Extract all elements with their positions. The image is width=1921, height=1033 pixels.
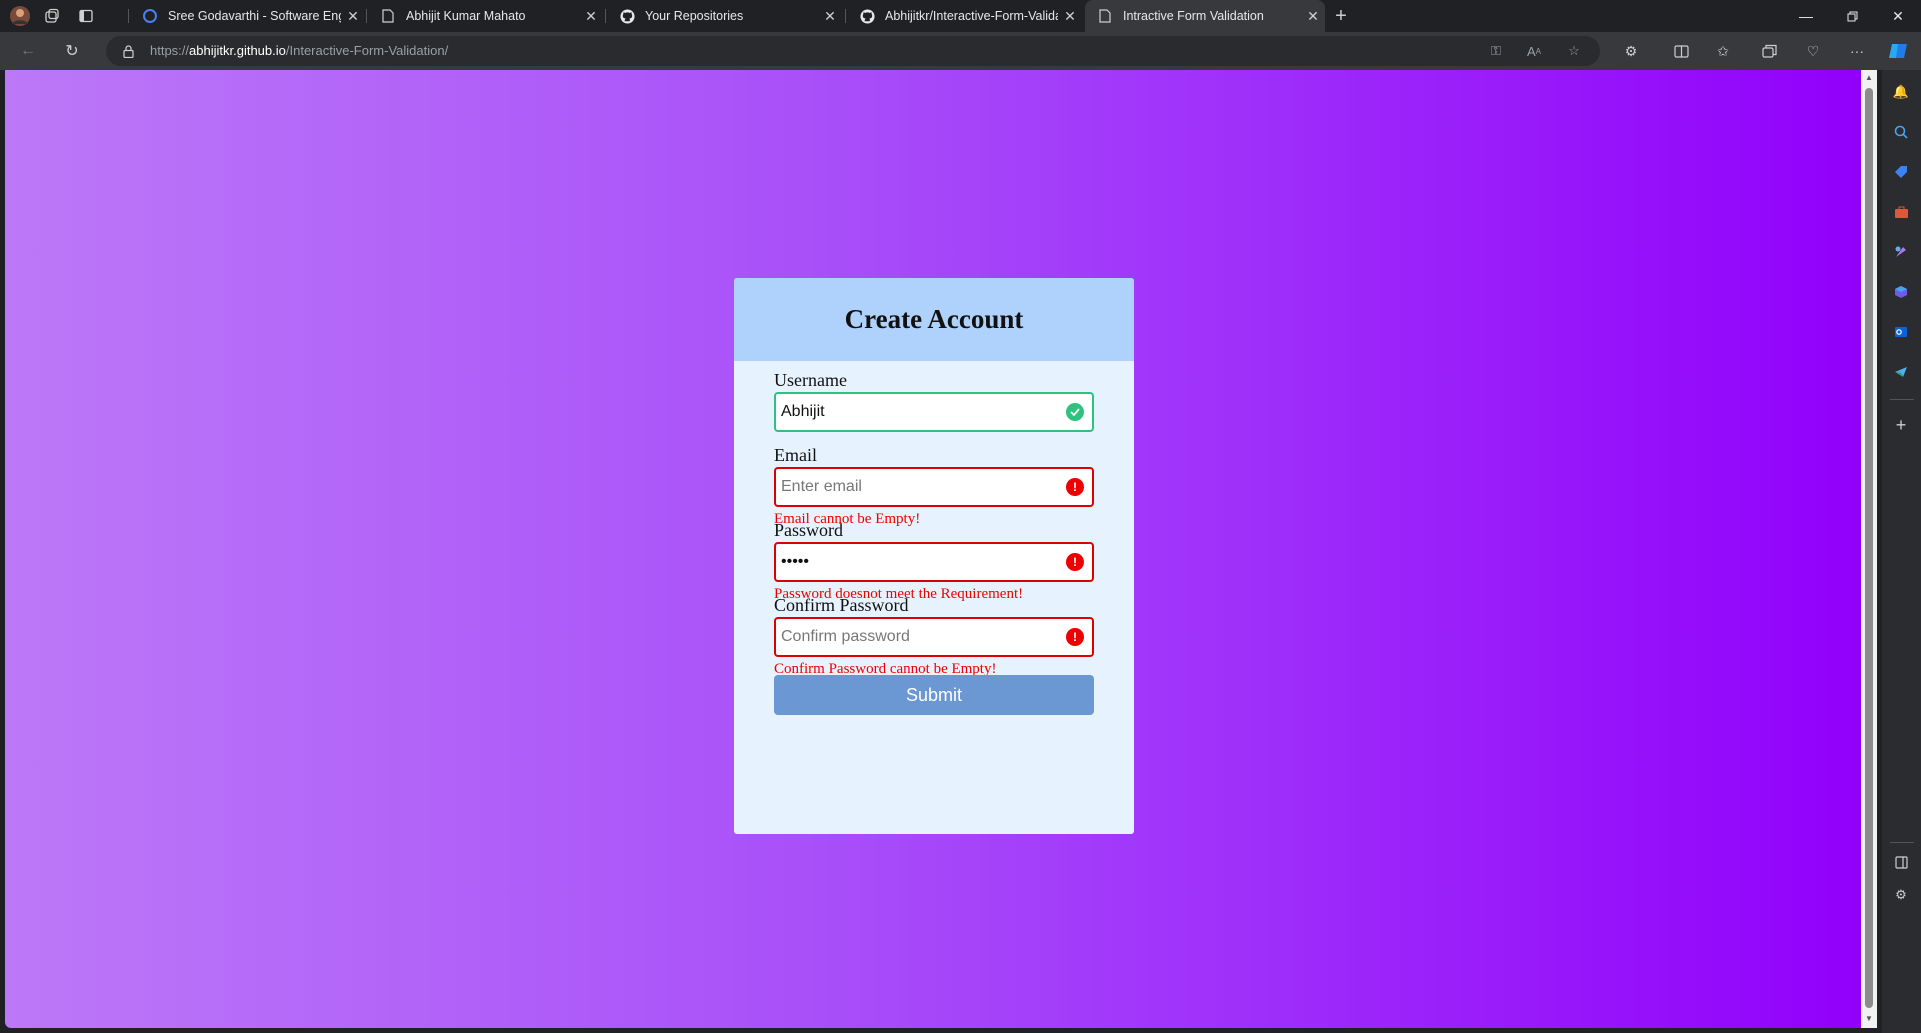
- url-text: https://abhijitkr.github.io/Interactive-…: [150, 43, 449, 58]
- page-icon: [1097, 8, 1113, 24]
- check-circle-icon: [1066, 403, 1084, 421]
- password-input[interactable]: [776, 544, 1092, 580]
- restore-button[interactable]: [1829, 0, 1875, 32]
- tab-actions-icon[interactable]: [74, 4, 98, 28]
- search-icon[interactable]: [1891, 122, 1911, 142]
- scroll-thumb[interactable]: [1865, 88, 1873, 1008]
- address-bar-row: ← ↻ https://abhijitkr.github.io/Interact…: [0, 32, 1921, 70]
- settings-gear-icon[interactable]: ⚙: [1891, 885, 1911, 905]
- close-icon[interactable]: ✕: [1058, 8, 1082, 25]
- email-input-wrap: !: [774, 467, 1094, 507]
- close-icon[interactable]: ✕: [579, 8, 603, 25]
- copilot-icon[interactable]: [1885, 39, 1911, 63]
- submit-button[interactable]: Submit: [774, 675, 1094, 715]
- browser-essentials-icon[interactable]: ♡: [1800, 39, 1826, 63]
- bell-icon[interactable]: 🔔: [1891, 82, 1911, 102]
- email-field: Email ! Email cannot be Empty!: [774, 445, 1094, 529]
- scroll-down-arrow-icon[interactable]: ▼: [1864, 1014, 1874, 1024]
- error-exclamation-icon: !: [1066, 628, 1084, 646]
- github-icon: [619, 8, 635, 24]
- collections-icon[interactable]: [1756, 39, 1782, 63]
- close-icon[interactable]: ✕: [1301, 8, 1325, 25]
- username-field: Username: [774, 370, 1094, 432]
- github-icon: [859, 8, 875, 24]
- page-viewport: Create Account Username Email ! Email ca…: [5, 70, 1861, 1028]
- workspaces-icon[interactable]: [40, 4, 64, 28]
- send-icon[interactable]: [1891, 362, 1911, 382]
- sidebar-toggle-icon[interactable]: [1891, 852, 1911, 872]
- confirm-password-input[interactable]: [776, 619, 1092, 655]
- split-screen-icon[interactable]: [1668, 39, 1694, 63]
- scroll-up-arrow-icon[interactable]: ▲: [1864, 73, 1874, 83]
- email-label: Email: [774, 445, 817, 465]
- key-icon[interactable]: ⚿: [1486, 43, 1506, 59]
- browser-tab-active[interactable]: Intractive Form Validation ✕: [1085, 0, 1325, 32]
- close-icon[interactable]: ✕: [818, 8, 842, 25]
- browser-tab[interactable]: Your Repositories ✕: [607, 0, 842, 32]
- new-tab-button[interactable]: +: [1329, 4, 1353, 28]
- username-input[interactable]: [776, 394, 1092, 430]
- favorites-icon[interactable]: ✩: [1710, 39, 1736, 63]
- error-exclamation-icon: !: [1066, 478, 1084, 496]
- confirm-password-field: Confirm Password ! Confirm Password cann…: [774, 595, 1094, 679]
- close-icon[interactable]: ✕: [341, 8, 365, 25]
- username-label: Username: [774, 370, 847, 390]
- add-icon[interactable]: +: [1891, 415, 1911, 435]
- password-input-wrap: !: [774, 542, 1094, 582]
- read-aloud-icon[interactable]: AA: [1524, 43, 1544, 59]
- games-icon[interactable]: [1891, 242, 1911, 262]
- shopping-tag-icon[interactable]: [1891, 162, 1911, 182]
- page-icon: [380, 8, 396, 24]
- refresh-button[interactable]: ↻: [58, 39, 86, 63]
- microsoft-365-icon[interactable]: [1891, 282, 1911, 302]
- back-button[interactable]: ←: [14, 39, 42, 63]
- extensions-icon[interactable]: ⚙: [1618, 39, 1644, 63]
- form-title: Create Account: [844, 304, 1024, 334]
- password-field: Password ! Password doesnot meet the Req…: [774, 520, 1094, 604]
- create-account-form: Create Account Username Email ! Email ca…: [734, 278, 1134, 834]
- lock-icon[interactable]: [120, 43, 136, 59]
- more-menu-icon[interactable]: ···: [1844, 39, 1870, 63]
- favorite-star-icon[interactable]: ☆: [1564, 43, 1584, 59]
- browser-tab[interactable]: Sree Godavarthi - Software Engi ✕: [130, 0, 365, 32]
- username-input-wrap: [774, 392, 1094, 432]
- profile-avatar[interactable]: [8, 4, 32, 28]
- minimize-button[interactable]: —: [1783, 0, 1829, 32]
- form-header: Create Account: [734, 278, 1134, 361]
- tools-icon[interactable]: [1891, 202, 1911, 222]
- outlook-icon[interactable]: [1891, 322, 1911, 342]
- page-scrollbar[interactable]: ▲ ▼: [1861, 70, 1877, 1028]
- browser-sidebar: 🔔 + ⚙: [1882, 70, 1921, 1033]
- address-bar[interactable]: https://abhijitkr.github.io/Interactive-…: [106, 36, 1600, 66]
- error-exclamation-icon: !: [1066, 553, 1084, 571]
- confirm-password-label: Confirm Password: [774, 595, 909, 615]
- browser-tab[interactable]: Abhijitkr/Interactive-Form-Valida ✕: [847, 0, 1082, 32]
- edge-profile-icon: [142, 8, 158, 24]
- browser-tab[interactable]: Abhijit Kumar Mahato ✕: [368, 0, 603, 32]
- tab-bar: Sree Godavarthi - Software Engi ✕ Abhiji…: [0, 0, 1921, 32]
- confirm-password-input-wrap: !: [774, 617, 1094, 657]
- email-input[interactable]: [776, 469, 1092, 505]
- close-window-button[interactable]: ✕: [1875, 0, 1921, 32]
- password-label: Password: [774, 520, 844, 540]
